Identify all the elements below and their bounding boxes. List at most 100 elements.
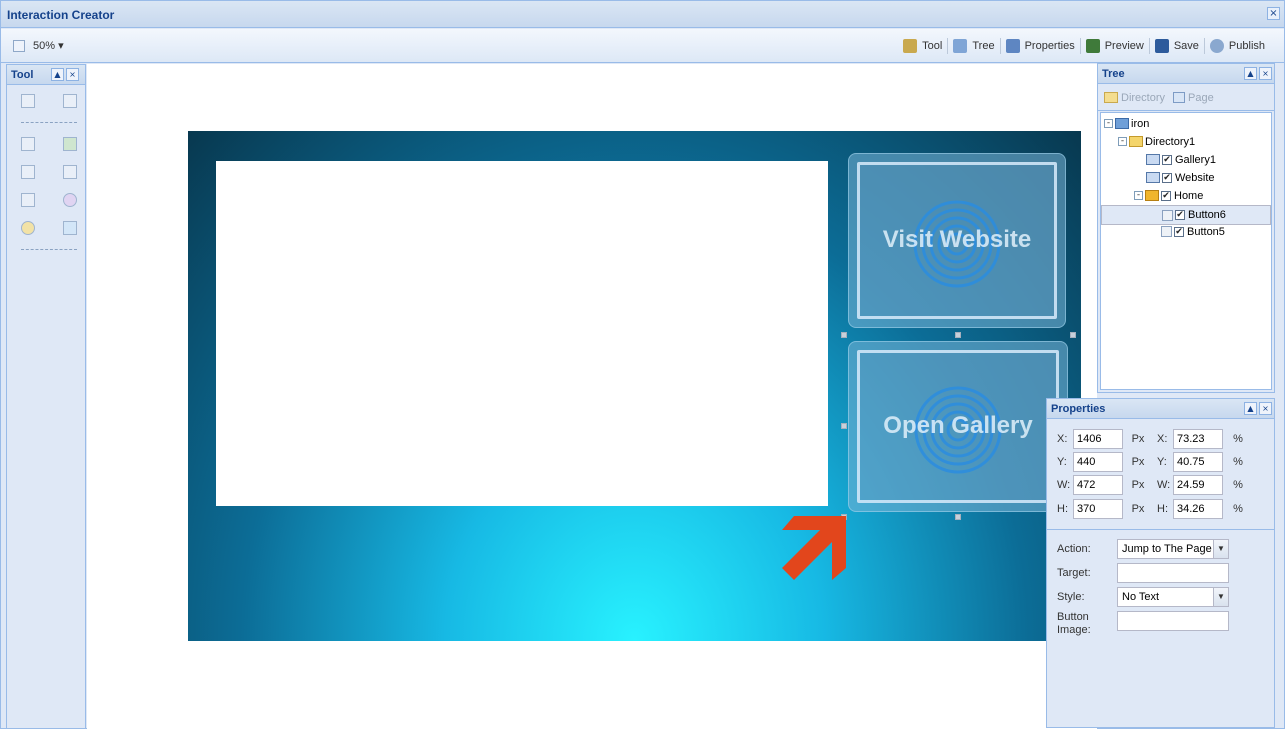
px-y-input[interactable] xyxy=(1073,452,1123,472)
pct-x-label: X: xyxy=(1157,433,1168,445)
tree-node-home[interactable]: - ✔ Home xyxy=(1134,187,1203,204)
properties-icon xyxy=(1005,39,1020,53)
chevron-down-icon[interactable]: ▼ xyxy=(1213,540,1228,558)
tree-button[interactable]: Tree xyxy=(948,38,1001,54)
tool-panel-header: Tool ▲ × xyxy=(7,65,85,85)
tool-panel: Tool ▲ × xyxy=(6,64,86,729)
properties-button[interactable]: Properties xyxy=(1001,38,1081,54)
text-style-tool-icon[interactable] xyxy=(63,165,77,179)
px-unit-label: Px xyxy=(1131,479,1145,491)
zoom-icon xyxy=(13,39,25,52)
px-y-label: Y: xyxy=(1057,456,1067,468)
document-tool-icon[interactable] xyxy=(63,221,77,235)
tree-node-label: Button6 xyxy=(1188,209,1226,221)
tree-node-label: Website xyxy=(1175,171,1215,184)
tool-separator xyxy=(21,249,77,250)
position-y-row: Y: Px Y: % xyxy=(1057,452,1249,472)
target-row: Target: xyxy=(1057,563,1229,583)
properties-panel-close-icon[interactable]: × xyxy=(1259,402,1272,415)
button-image-row: Button Image: xyxy=(1057,611,1229,637)
tool-panel-close-icon[interactable]: × xyxy=(66,68,79,81)
pct-unit-label: % xyxy=(1233,503,1243,515)
px-h-input[interactable] xyxy=(1073,499,1123,519)
visibility-checkbox[interactable]: ✔ xyxy=(1161,190,1171,201)
video-tool-icon[interactable] xyxy=(21,137,35,151)
tree-node-gallery1[interactable]: ✔ Gallery1 xyxy=(1146,151,1216,168)
tool-panel-collapse-icon[interactable]: ▲ xyxy=(51,68,64,81)
add-page-button[interactable]: Page xyxy=(1188,92,1214,104)
gallery-placeholder[interactable] xyxy=(216,161,828,506)
properties-panel-collapse-icon[interactable]: ▲ xyxy=(1244,402,1257,415)
image-tool-icon[interactable] xyxy=(63,137,77,151)
style-select[interactable]: No Text ▼ xyxy=(1117,587,1229,607)
visit-website-button[interactable]: Visit Website xyxy=(848,153,1066,328)
tool-grid xyxy=(21,94,77,264)
visibility-checkbox[interactable]: ✔ xyxy=(1174,226,1184,237)
pct-x-input[interactable] xyxy=(1173,429,1223,449)
pct-h-input[interactable] xyxy=(1173,499,1223,519)
collapse-icon[interactable]: - xyxy=(1104,119,1113,128)
chevron-down-icon[interactable]: ▼ xyxy=(1213,588,1228,606)
tree-panel-close-icon[interactable]: × xyxy=(1259,67,1272,80)
target-input[interactable] xyxy=(1117,563,1229,583)
folder-icon xyxy=(1104,92,1118,103)
window-close-icon[interactable]: × xyxy=(1267,7,1280,20)
resize-handle[interactable] xyxy=(841,423,847,429)
text-tool-icon[interactable] xyxy=(21,165,35,179)
pct-unit-label: % xyxy=(1233,456,1243,468)
zoom-dropdown[interactable]: 50% ▾ xyxy=(13,39,64,52)
tree-panel-collapse-icon[interactable]: ▲ xyxy=(1244,67,1257,80)
open-gallery-button[interactable]: Open Gallery xyxy=(848,341,1068,512)
window-title: Interaction Creator xyxy=(7,8,115,22)
project-icon xyxy=(1115,118,1129,129)
size-h-row: H: Px H: % xyxy=(1057,499,1249,519)
frame-tool-icon[interactable] xyxy=(63,94,77,108)
preview-button[interactable]: Preview xyxy=(1081,38,1150,54)
action-label: Action: xyxy=(1057,543,1091,555)
visibility-checkbox[interactable]: ✔ xyxy=(1175,210,1185,220)
tree-node-button6[interactable]: ✔ Button6 xyxy=(1101,205,1271,225)
shape-tool-icon[interactable] xyxy=(21,221,35,235)
tree-node-button5[interactable]: ✔ Button5 xyxy=(1161,223,1225,240)
select-area-tool-icon[interactable] xyxy=(21,94,35,108)
main-toolbar: 50% ▾ Tool Tree Properties Preview Save xyxy=(1,29,1284,63)
collapse-icon[interactable]: - xyxy=(1134,191,1143,200)
style-label: Style: xyxy=(1057,591,1085,603)
tool-button[interactable]: Tool xyxy=(898,38,949,54)
tree-panel-header: Tree ▲ × xyxy=(1098,64,1274,84)
save-button[interactable]: Save xyxy=(1150,38,1205,54)
tree-node-website[interactable]: ✔ Website xyxy=(1146,169,1215,186)
tree-node-directory1[interactable]: - Directory1 xyxy=(1118,133,1195,150)
px-x-label: X: xyxy=(1057,433,1068,445)
resize-handle[interactable] xyxy=(955,332,961,338)
px-w-input[interactable] xyxy=(1073,475,1123,495)
tree-button-label: Tree xyxy=(972,40,995,52)
zoom-label: 50% ▾ xyxy=(33,40,64,52)
visibility-checkbox[interactable]: ✔ xyxy=(1162,154,1172,165)
folder-icon xyxy=(1129,136,1143,147)
resize-handle[interactable] xyxy=(1070,332,1076,338)
clock-tool-icon[interactable] xyxy=(63,193,77,207)
tool-panel-body xyxy=(7,86,85,728)
tree-node-iron[interactable]: - iron xyxy=(1104,115,1149,132)
window-titlebar: Interaction Creator × xyxy=(1,1,1284,28)
gallery-tool-icon[interactable] xyxy=(21,193,35,207)
px-x-input[interactable] xyxy=(1073,429,1123,449)
px-unit-label: Px xyxy=(1131,433,1145,445)
tree-icon xyxy=(953,39,968,53)
resize-handle[interactable] xyxy=(955,514,961,520)
pct-y-input[interactable] xyxy=(1173,452,1223,472)
pct-h-label: H: xyxy=(1157,503,1168,515)
home-icon xyxy=(1145,190,1159,201)
action-select[interactable]: Jump to The Page ▼ xyxy=(1117,539,1229,559)
tool-button-label: Tool xyxy=(922,40,943,52)
px-w-label: W: xyxy=(1057,479,1071,491)
publish-button[interactable]: Publish xyxy=(1205,38,1270,54)
resize-handle[interactable] xyxy=(841,332,847,338)
add-directory-button[interactable]: Directory xyxy=(1121,92,1165,104)
collapse-icon[interactable]: - xyxy=(1118,137,1127,146)
visibility-checkbox[interactable]: ✔ xyxy=(1162,172,1172,183)
tree-node-label: Home xyxy=(1174,189,1204,202)
button-image-input[interactable] xyxy=(1117,611,1229,631)
pct-w-input[interactable] xyxy=(1173,475,1223,495)
